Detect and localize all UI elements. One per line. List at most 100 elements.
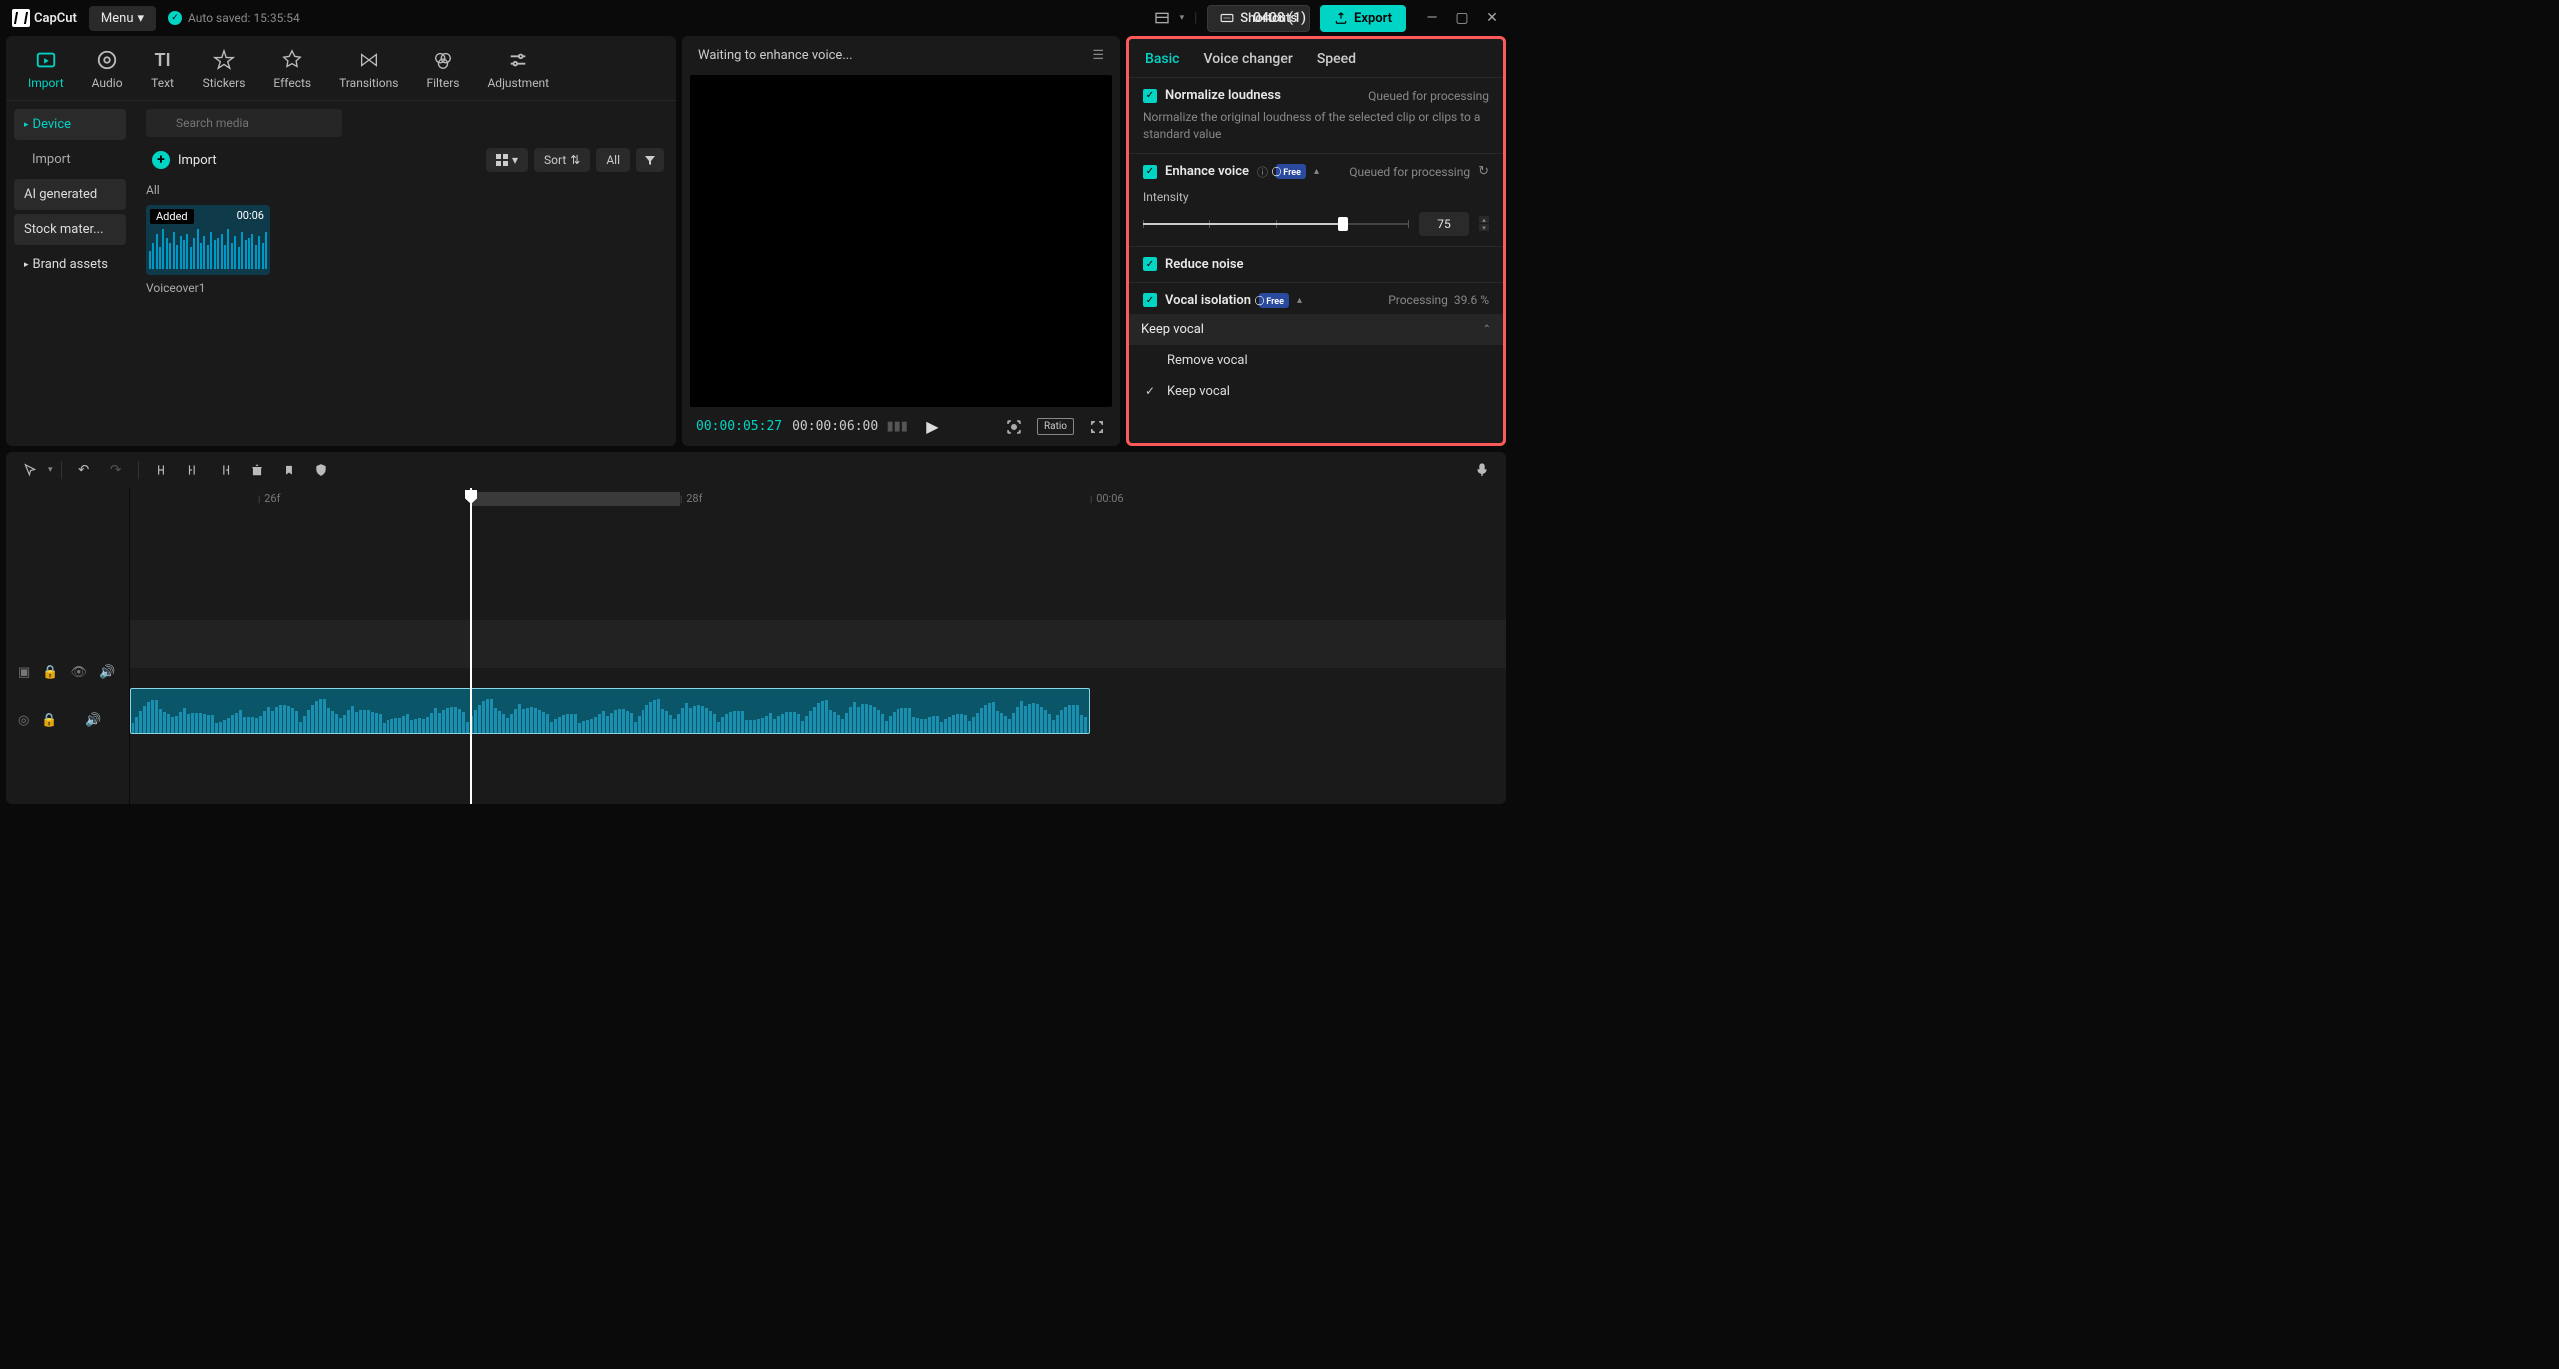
scan-icon[interactable] [1005,418,1023,436]
sidebar-import[interactable]: Import [14,144,126,175]
tab-import[interactable]: Import [14,44,78,100]
option-remove-vocal[interactable]: Remove vocal [1129,345,1503,376]
normalize-label: Normalize loudness [1165,88,1281,103]
intensity-label: Intensity [1143,190,1489,204]
view-grid-button[interactable]: ▾ [486,148,528,172]
tab-transitions[interactable]: Transitions [325,44,412,100]
search-input[interactable] [146,109,342,137]
vocal-mode-select[interactable]: Keep vocal ⌃ [1129,314,1503,345]
properties-panel: Basic Voice changer Speed ✓ Normalize lo… [1126,36,1506,446]
close-button[interactable]: ✕ [1484,10,1500,26]
spinner-down[interactable]: ▾ [1479,224,1489,231]
vocal-isolation-checkbox[interactable]: ✓ [1143,293,1157,307]
filter-button[interactable] [636,148,664,172]
spinner-up[interactable]: ▴ [1479,216,1489,223]
minimize-button[interactable]: ― [1424,10,1440,26]
track-cover-icon[interactable]: ▣ [18,665,30,680]
tab-speed[interactable]: Speed [1317,51,1356,67]
tab-basic[interactable]: Basic [1145,51,1179,67]
intensity-slider[interactable] [1143,223,1409,225]
audio-track[interactable] [130,688,1506,736]
audio-track-header: ◎ 🔒 · 🔊 [6,696,129,744]
free-badge: ⃝ Free [1259,293,1289,308]
layout-button[interactable] [1154,10,1170,26]
tab-audio[interactable]: Audio [78,44,137,100]
waveform-icon [146,225,270,275]
marker-tool[interactable] [275,456,303,484]
total-time: 00:00:06:00 [792,419,878,434]
tab-filters[interactable]: Filters [412,44,473,100]
media-panel: Import Audio TI Text Stickers Effects Tr… [6,36,676,446]
chevron-up-icon[interactable]: ▴ [1314,166,1319,177]
timeline-ruler[interactable]: 26f 28f 00:06 [130,488,1506,512]
lock-icon[interactable]: 🔒 [41,713,57,728]
clip-duration: 00:06 [237,209,264,222]
project-title: 0408 (1) [1253,10,1306,26]
split-left-tool[interactable] [179,456,207,484]
tab-stickers[interactable]: Stickers [189,44,260,100]
app-logo: CapCut [12,9,77,27]
compare-icon[interactable]: ▮▮▮ [888,418,906,436]
split-right-tool[interactable] [211,456,239,484]
intensity-value[interactable] [1419,212,1469,236]
chevron-up-icon: ⌃ [1483,324,1491,335]
export-button[interactable]: Export [1320,5,1406,32]
sidebar-stock[interactable]: Stock mater... [14,214,126,245]
normalize-checkbox[interactable]: ✓ [1143,89,1157,103]
tab-effects[interactable]: Effects [259,44,325,100]
filter-all-button[interactable]: All [596,148,630,172]
keyboard-icon [1220,11,1234,25]
ratio-button[interactable]: Ratio [1037,418,1074,435]
fullscreen-icon[interactable] [1088,418,1106,436]
tracks-area[interactable]: 26f 28f 00:06 [130,488,1506,804]
undo-button[interactable]: ↶ [70,456,98,484]
media-clip[interactable]: Added 00:06 Voiceover1 [146,205,270,295]
info-icon[interactable]: ⓘ [1257,164,1268,180]
sidebar-brand-assets[interactable]: ▸Brand assets [14,249,126,280]
export-icon [1334,11,1348,25]
refresh-icon[interactable]: ↻ [1478,164,1489,179]
speaker-icon[interactable]: 🔊 [85,713,101,728]
preview-viewport[interactable] [690,75,1112,407]
plus-icon: + [152,151,170,169]
cursor-tool[interactable] [16,456,44,484]
sidebar-ai-generated[interactable]: AI generated [14,179,126,210]
enhance-label: Enhance voice [1165,164,1249,179]
tab-text[interactable]: TI Text [137,44,189,100]
check-icon: ✓ [168,11,182,25]
import-icon [34,48,58,72]
timeline-toolbar: ▾ ↶ ↷ [6,452,1506,488]
audio-clip[interactable] [130,688,1090,734]
import-button[interactable]: + Import [146,147,223,173]
option-keep-vocal[interactable]: Keep vocal [1129,376,1503,407]
enhance-checkbox[interactable]: ✓ [1143,165,1157,179]
normalize-status: Queued for processing [1368,89,1489,103]
ruler-mark: 26f [258,492,280,505]
shield-tool[interactable] [307,456,335,484]
lock-icon[interactable]: 🔒 [42,665,58,680]
speaker-icon[interactable]: 🔊 [99,665,115,680]
delete-tool[interactable] [243,456,271,484]
video-track[interactable] [130,620,1506,668]
split-tool[interactable] [147,456,175,484]
mic-button[interactable] [1468,456,1496,484]
maximize-button[interactable]: ▢ [1454,10,1470,26]
track-type-icon[interactable]: ◎ [18,713,29,728]
menu-button[interactable]: Menu ▾ [89,6,156,31]
all-label: All [146,183,664,197]
chevron-up-icon[interactable]: ▴ [1297,295,1302,306]
sort-button[interactable]: Sort ⇅ [534,148,590,172]
panel-menu-icon[interactable]: ☰ [1092,48,1104,63]
normalize-desc: Normalize the original loudness of the s… [1143,109,1489,143]
reduce-noise-checkbox[interactable]: ✓ [1143,257,1157,271]
play-button[interactable]: ▶ [926,417,938,436]
timeline: ▣ 🔒 👁 🔊 ◎ 🔒 · 🔊 26f 28f 00:06 [6,488,1506,804]
eye-icon[interactable]: 👁 [70,665,87,680]
playhead[interactable] [470,488,472,804]
ruler-mark: 00:06 [1090,492,1124,505]
sidebar-device[interactable]: ▸Device [14,109,126,140]
vocal-isolation-label: Vocal isolation [1165,293,1251,308]
tab-adjustment[interactable]: Adjustment [473,44,563,100]
tab-voice-changer[interactable]: Voice changer [1203,51,1292,67]
redo-button[interactable]: ↷ [102,456,130,484]
